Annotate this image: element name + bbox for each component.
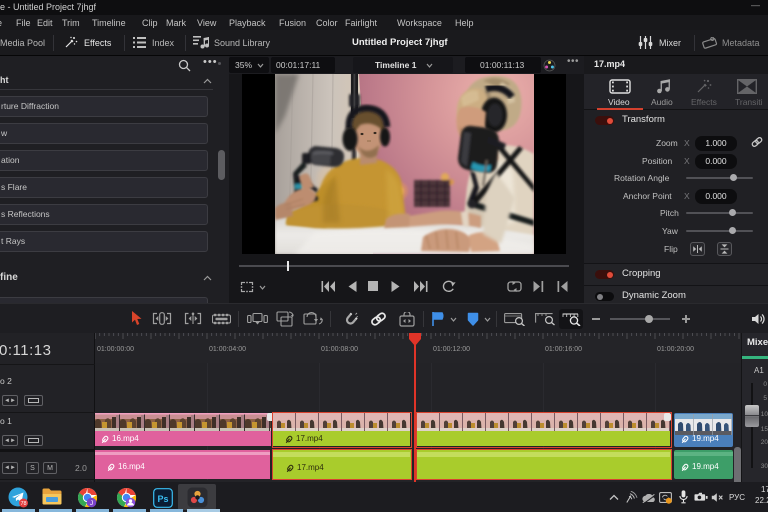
- svg-text:Ps: Ps: [157, 494, 168, 504]
- svg-text:78: 78: [20, 501, 26, 507]
- svg-text:J: J: [90, 500, 93, 507]
